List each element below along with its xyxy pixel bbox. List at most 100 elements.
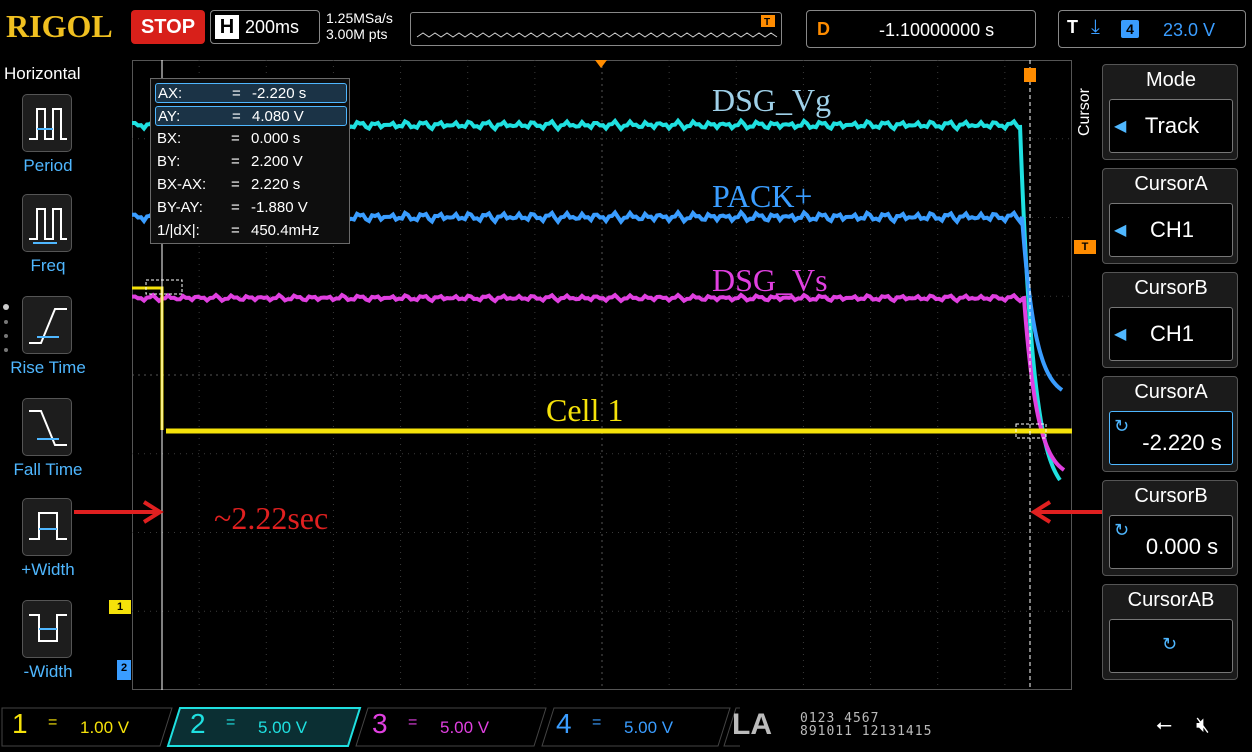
cursor-readout-row: AX: = -2.220 s: [155, 83, 347, 103]
readout-equals: =: [232, 108, 241, 125]
softkey-value-box: ↻: [1109, 619, 1233, 673]
dc-coupling-icon: =: [226, 714, 236, 731]
readout-equals: =: [231, 222, 240, 239]
cursor-b-position-softkey[interactable]: CursorB ↻ 0.000 s: [1102, 480, 1238, 576]
delay-value: -1.10000000 s: [879, 20, 995, 40]
ch2-status[interactable]: 2 = 5.00 V: [190, 708, 340, 748]
cursor-menu: Mode ◀ Track CursorA ◀ CH1 CursorB ◀ CH1…: [1100, 60, 1252, 700]
softkey-title: Mode: [1145, 69, 1197, 91]
cursor-a-source-softkey[interactable]: CursorA ◀ CH1: [1102, 168, 1238, 264]
annotation-dsg-vs: DSG_Vs: [712, 262, 828, 298]
multipurpose-knob-icon: ↻: [1114, 520, 1130, 540]
period-icon: [22, 94, 72, 152]
channel-number: 2: [190, 708, 206, 739]
sample-rate: 1.25MSa/s: [326, 10, 393, 26]
softkey-value-box: ↻ 0.000 s: [1109, 515, 1233, 569]
trigger-source-badge: 4: [1121, 20, 1139, 38]
readout-value: 4.080 V: [252, 108, 304, 125]
readout-key: BX-AX:: [157, 176, 207, 193]
channel-status-bar: 1 = 1.00 V 2 = 5.00 V 3 = 5.00 V 4 = 5.0…: [0, 702, 1252, 752]
channel-number: 4: [556, 708, 572, 739]
horizontal-label: H: [215, 15, 239, 39]
usb-icon: ⭠: [1156, 714, 1172, 736]
ch1-status[interactable]: 1 = 1.00 V: [12, 708, 162, 748]
cursor-b-source-softkey[interactable]: CursorB ◀ CH1: [1102, 272, 1238, 368]
run-stop-button[interactable]: STOP: [131, 10, 205, 44]
channel-number: 3: [372, 708, 388, 739]
digital-channels-grid: 0123 4567 891011 12131415: [800, 712, 932, 738]
freq-label: Freq: [30, 256, 66, 275]
measure-fall-time-button[interactable]: Fall Time: [0, 398, 96, 498]
cursor-menu-title: Cursor: [1076, 88, 1093, 137]
cursor-readout-row: AY: = 4.080 V: [155, 106, 347, 126]
ch4-status[interactable]: 4 = 5.00 V: [556, 708, 706, 748]
softkey-value-box: ◀ CH1: [1109, 307, 1233, 361]
readout-value: 450.4mHz: [251, 222, 320, 239]
negative-width-icon: [22, 600, 72, 658]
cursor-readout-row: BX-AX: = 2.220 s: [155, 175, 347, 195]
softkey-value: Track: [1144, 113, 1200, 138]
readout-equals: =: [231, 153, 240, 170]
speaker-mute-icon[interactable]: 🔇︎: [1196, 712, 1210, 738]
cursor-a-position-softkey[interactable]: CursorA ↻ -2.220 s: [1102, 376, 1238, 472]
timebase-value: 200ms: [245, 17, 300, 37]
measure-negative-width-button[interactable]: -Width: [0, 600, 96, 700]
dc-coupling-icon: =: [408, 714, 418, 731]
ch1-offset-marker[interactable]: 1: [109, 600, 131, 614]
annotation-cell1: Cell 1: [546, 392, 624, 428]
timebase-box[interactable]: H 200ms: [210, 10, 320, 44]
dc-coupling-icon: =: [48, 714, 58, 731]
measure-freq-button[interactable]: Freq: [0, 194, 96, 294]
readout-key: AY:: [158, 108, 181, 125]
multipurpose-knob-icon: ↻: [1162, 634, 1178, 654]
ch2-offset-marker[interactable]: 2: [117, 660, 131, 680]
ch1-waveform-step: [132, 286, 164, 430]
readout-value: -2.220 s: [252, 85, 307, 102]
channel-scale: 5.00 V: [440, 718, 490, 737]
ch3-status[interactable]: 3 = 5.00 V: [372, 708, 522, 748]
cursor-b-trigger-marker: [1024, 68, 1036, 82]
channel-scale: 5.00 V: [258, 718, 308, 737]
softkey-title: CursorAB: [1127, 589, 1215, 611]
waveform-overview-icon: T: [416, 15, 778, 38]
softkey-title: CursorB: [1134, 277, 1208, 299]
readout-equals: =: [231, 176, 240, 193]
cursor-mode-softkey[interactable]: Mode ◀ Track: [1102, 64, 1238, 160]
menu-page-dots[interactable]: [3, 304, 11, 364]
menu-title: Horizontal: [4, 64, 81, 83]
memory-overview-strip[interactable]: T: [410, 12, 782, 46]
positive-width-icon: [22, 498, 72, 556]
readout-value: 2.200 V: [251, 153, 303, 170]
readout-key: BY-AY:: [157, 199, 203, 216]
fall-time-icon: [22, 398, 72, 456]
readout-key: AX:: [158, 85, 183, 102]
softkey-value: -2.220 s: [1142, 430, 1222, 455]
fall-time-label: Fall Time: [13, 460, 83, 479]
softkey-value-box: ↻ -2.220 s: [1109, 411, 1233, 465]
trigger-position-marker: [595, 60, 607, 68]
logic-analyzer-label[interactable]: LA: [732, 708, 772, 742]
freq-icon: [22, 194, 72, 252]
falling-edge-icon: ⤓: [1091, 16, 1100, 38]
trigger-label: T: [1067, 17, 1078, 37]
annotation-interval: ~2.22sec: [214, 500, 329, 536]
acquisition-info: 1.25MSa/s 3.00M pts: [326, 10, 393, 42]
cursor-readout-row: BX: = 0.000 s: [155, 129, 347, 149]
trigger-box[interactable]: T ⤓ 4 23.0 V: [1058, 10, 1246, 48]
softkey-value: 0.000 s: [1145, 534, 1219, 559]
negative-width-label: -Width: [23, 662, 73, 681]
cursor-readout-row: BY: = 2.200 V: [155, 152, 347, 172]
cursor-readout-panel: AX: = -2.220 s AY: = 4.080 V BX: = 0.000 s BY: = 2.…: [150, 78, 350, 244]
measure-rise-time-button[interactable]: Rise Time: [0, 296, 96, 396]
trigger-level-marker[interactable]: T: [1074, 240, 1096, 254]
softkey-title: CursorA: [1134, 381, 1208, 403]
delay-box[interactable]: D -1.10000000 s: [806, 10, 1036, 48]
readout-equals: =: [231, 130, 240, 147]
measure-period-button[interactable]: Period: [0, 94, 96, 194]
cursor-readout-row: BY-AY: = -1.880 V: [155, 198, 347, 218]
cursor-readout-row: 1/|dX|: = 450.4mHz: [155, 221, 347, 241]
readout-value: -1.880 V: [251, 199, 308, 216]
trigger-level: 23.0 V: [1163, 20, 1216, 40]
cursor-ab-softkey[interactable]: CursorAB ↻: [1102, 584, 1238, 680]
softkey-value: CH1: [1149, 217, 1194, 242]
